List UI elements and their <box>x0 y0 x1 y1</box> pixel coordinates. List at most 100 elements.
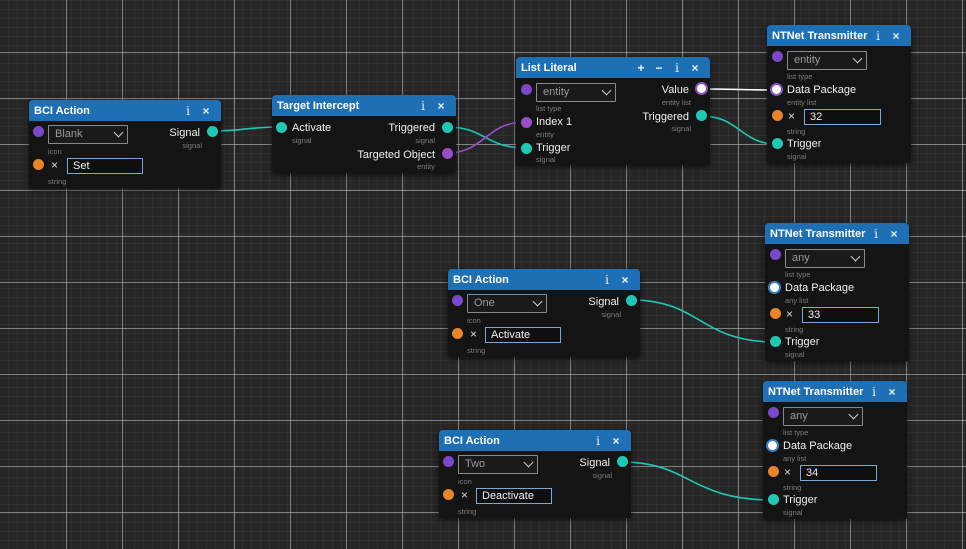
node-header[interactable]: BCI Action i × <box>448 269 640 290</box>
list-type-port[interactable] <box>768 407 779 418</box>
string-input[interactable]: Deactivate <box>476 488 552 504</box>
icon-port[interactable] <box>452 295 463 306</box>
triggered-output-label: Triggered <box>388 122 435 134</box>
icon-select[interactable]: One <box>467 294 547 313</box>
node-header[interactable]: BCI Action i × <box>29 100 221 121</box>
close-icon[interactable]: × <box>432 99 450 113</box>
icon-type-label: icon <box>48 147 62 156</box>
node-ntnet-transmitter-3[interactable]: NTNet Transmitter i × any list type Data… <box>763 381 907 519</box>
string-input[interactable]: Activate <box>485 327 561 343</box>
list-type-label: list type <box>785 270 811 279</box>
string-port[interactable] <box>452 328 463 339</box>
list-type-label: list type <box>787 72 813 81</box>
string-port[interactable] <box>33 159 44 170</box>
node-header[interactable]: NTNet Transmitter i × <box>767 25 911 46</box>
info-icon[interactable]: i <box>869 29 887 43</box>
node-ntnet-transmitter-1[interactable]: NTNet Transmitter i × entity list type D… <box>767 25 911 163</box>
list-type-port[interactable] <box>521 84 532 95</box>
triggered-output-port[interactable] <box>442 122 453 133</box>
clear-icon[interactable]: × <box>786 308 793 320</box>
activate-input-port[interactable] <box>276 122 287 133</box>
close-icon[interactable]: × <box>616 273 634 287</box>
clear-icon[interactable]: × <box>470 328 477 340</box>
string-port[interactable] <box>443 489 454 500</box>
signal-output-port[interactable] <box>617 456 628 467</box>
info-icon[interactable]: i <box>589 434 607 448</box>
icon-port[interactable] <box>33 126 44 137</box>
data-package-label: Data Package <box>787 84 857 96</box>
wire-intercept-object-to-list-index <box>446 121 527 154</box>
list-type-select[interactable]: entity <box>787 51 867 70</box>
list-type-value: any <box>792 252 810 264</box>
signal-output-type: signal <box>182 141 202 150</box>
string-input[interactable]: Set <box>67 158 143 174</box>
data-package-type: entity list <box>787 98 817 107</box>
clear-icon[interactable]: × <box>461 489 468 501</box>
close-icon[interactable]: × <box>607 434 625 448</box>
string-port[interactable] <box>770 308 781 319</box>
icon-port[interactable] <box>443 456 454 467</box>
clear-icon[interactable]: × <box>51 159 58 171</box>
info-icon[interactable]: i <box>414 99 432 113</box>
trigger-input-label: Trigger <box>785 336 820 348</box>
index-1-input-port[interactable] <box>521 117 532 128</box>
string-input[interactable]: 33 <box>802 307 879 323</box>
icon-select[interactable]: Two <box>458 455 538 474</box>
triggered-output-port[interactable] <box>696 110 707 121</box>
list-type-port[interactable] <box>770 249 781 260</box>
value-output-port[interactable] <box>695 82 708 95</box>
value-output-label: Value <box>661 84 689 96</box>
signal-output-port[interactable] <box>626 295 637 306</box>
trigger-input-port[interactable] <box>768 494 779 505</box>
node-header[interactable]: List Literal + − i × <box>516 57 710 78</box>
node-bci-action-3[interactable]: BCI Action i × Two icon × Deactivate str… <box>439 430 631 518</box>
string-input[interactable]: 32 <box>804 109 881 125</box>
node-header[interactable]: Target Intercept i × <box>272 95 456 116</box>
node-header[interactable]: BCI Action i × <box>439 430 631 451</box>
info-icon[interactable]: i <box>865 385 883 399</box>
list-type-select[interactable]: any <box>783 407 863 426</box>
node-ntnet-transmitter-2[interactable]: NTNet Transmitter i × any list type Data… <box>765 223 909 361</box>
trigger-input-port[interactable] <box>772 138 783 149</box>
clear-icon[interactable]: × <box>788 110 795 122</box>
string-port[interactable] <box>768 466 779 477</box>
close-icon[interactable]: × <box>885 227 903 241</box>
string-input[interactable]: 34 <box>800 465 877 481</box>
info-icon[interactable]: i <box>179 104 197 118</box>
info-icon[interactable]: i <box>867 227 885 241</box>
node-bci-action-1[interactable]: BCI Action i × Blank icon × Set string S… <box>29 100 221 188</box>
icon-select-value: Two <box>465 458 486 470</box>
list-type-select[interactable]: any <box>785 249 865 268</box>
node-header[interactable]: NTNet Transmitter i × <box>763 381 907 402</box>
node-title: NTNet Transmitter <box>772 29 868 42</box>
data-package-input-port[interactable] <box>768 281 781 294</box>
trigger-input-type: signal <box>783 508 803 517</box>
node-target-intercept[interactable]: Target Intercept i × Activate signal Tri… <box>272 95 456 173</box>
string-type-label: string <box>787 127 806 136</box>
targeted-object-output-port[interactable] <box>442 148 453 159</box>
string-port[interactable] <box>772 110 783 121</box>
trigger-input-port[interactable] <box>521 143 532 154</box>
close-icon[interactable]: × <box>197 104 215 118</box>
info-icon[interactable]: i <box>598 273 616 287</box>
close-icon[interactable]: × <box>883 385 901 399</box>
icon-select[interactable]: Blank <box>48 125 128 144</box>
signal-output-port[interactable] <box>207 126 218 137</box>
trigger-input-label: Trigger <box>787 138 822 150</box>
info-icon[interactable]: i <box>668 61 686 75</box>
data-package-input-port[interactable] <box>770 83 783 96</box>
clear-icon[interactable]: × <box>784 466 791 478</box>
close-icon[interactable]: × <box>887 29 905 43</box>
add-icon[interactable]: + <box>632 61 650 75</box>
trigger-input-port[interactable] <box>770 336 781 347</box>
close-icon[interactable]: × <box>686 61 704 75</box>
triggered-output-type: signal <box>671 124 691 133</box>
node-bci-action-2[interactable]: BCI Action i × One icon × Activate strin… <box>448 269 640 357</box>
node-list-literal[interactable]: List Literal + − i × entity list type In… <box>516 57 710 165</box>
data-package-input-port[interactable] <box>766 439 779 452</box>
remove-icon[interactable]: − <box>650 61 668 75</box>
list-type-select[interactable]: entity <box>536 83 616 102</box>
list-type-port[interactable] <box>772 51 783 62</box>
node-title: List Literal <box>521 61 577 74</box>
node-header[interactable]: NTNet Transmitter i × <box>765 223 909 244</box>
